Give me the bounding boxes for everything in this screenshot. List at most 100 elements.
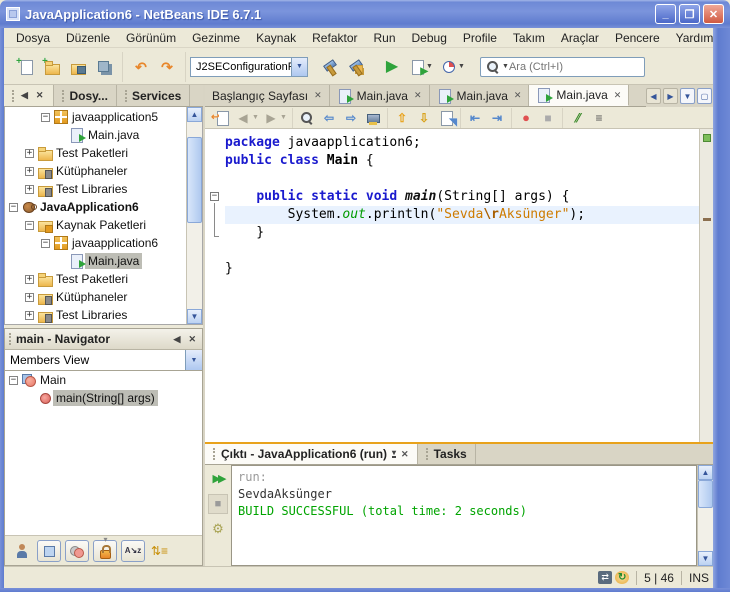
- project-tree-item-Test Paketleri[interactable]: + Test Paketleri: [5, 144, 186, 162]
- editor-tab-Main.java[interactable]: Main.java ✕: [329, 85, 430, 106]
- editor-tab-Başlangıç Sayfası[interactable]: Başlangıç Sayfası ✕: [205, 85, 330, 106]
- notifications-icon[interactable]: ⇄: [598, 571, 613, 584]
- menu-Refaktor[interactable]: Refaktor: [304, 29, 365, 47]
- new-project-button[interactable]: +: [39, 54, 65, 80]
- project-tree-item-Kaynak Paketleri[interactable]: − Kaynak Paketleri: [5, 216, 186, 234]
- configuration-combo[interactable]: J2SEConfigurationPr... ▼: [190, 56, 308, 77]
- code-editor[interactable]: − package javaapplication6; public class …: [205, 129, 713, 442]
- close-output-icon[interactable]: ✕: [401, 449, 409, 460]
- menu-Dosya[interactable]: Dosya: [8, 29, 58, 47]
- expand-handle-icon[interactable]: +: [25, 148, 34, 158]
- code-line-4[interactable]: public static void main(String[] args) {: [225, 188, 699, 206]
- inherited-members-button[interactable]: [13, 540, 33, 562]
- navigator-tree-item-main(String[] args)[interactable]: main(String[] args): [5, 389, 202, 407]
- ant-settings-button[interactable]: ⚙: [208, 519, 228, 539]
- menu-Araçlar[interactable]: Araçlar: [553, 29, 607, 47]
- tab-output[interactable]: Çıktı - JavaApplication6 (run) ▾ ✕: [205, 444, 418, 464]
- code-line-1[interactable]: package javaapplication6;: [225, 134, 699, 152]
- menu-Görünüm[interactable]: Görünüm: [118, 29, 184, 47]
- tab-files[interactable]: Dosy...: [54, 85, 117, 106]
- forward-button[interactable]: ▶ ▼: [261, 108, 289, 128]
- project-tree-item-Main.java[interactable]: Main.java: [5, 252, 186, 270]
- scroll-tabs-right-icon[interactable]: ▶: [663, 88, 678, 104]
- debug-project-button[interactable]: ▶ ▼: [405, 54, 437, 80]
- scrollbar-thumb[interactable]: [698, 480, 713, 509]
- menu-Run[interactable]: Run: [366, 29, 404, 47]
- chevron-down-icon[interactable]: ▼: [291, 57, 307, 76]
- stop-macro-button[interactable]: ■: [537, 108, 559, 128]
- code-line-2[interactable]: public class Main {: [225, 152, 699, 170]
- fold-collapse-icon[interactable]: −: [210, 192, 219, 201]
- collapse-handle-icon[interactable]: −: [41, 238, 50, 248]
- members-view-combo[interactable]: Members View ▼: [5, 350, 202, 371]
- output-console[interactable]: run: SevdaAksünger BUILD SUCCESSFUL (total…: [231, 465, 697, 566]
- expand-handle-icon[interactable]: +: [25, 166, 34, 176]
- undo-button[interactable]: ↶: [128, 54, 154, 80]
- build-project-button[interactable]: [317, 54, 343, 80]
- show-static-members-button[interactable]: [65, 539, 89, 562]
- find-previous-button[interactable]: ⇦: [318, 108, 340, 128]
- close-tab-icon[interactable]: ✕: [314, 90, 322, 101]
- menu-Profile[interactable]: Profile: [455, 29, 505, 47]
- close-tab-icon[interactable]: ✕: [614, 90, 622, 101]
- error-stripe[interactable]: [699, 129, 713, 442]
- rerun-button[interactable]: ▶▶: [208, 469, 228, 489]
- collapse-handle-icon[interactable]: −: [41, 112, 50, 122]
- navigator-tree-item-Main[interactable]: − Main: [5, 371, 202, 389]
- redo-button[interactable]: ↷: [154, 54, 180, 80]
- chevron-down-icon[interactable]: ▼: [185, 350, 202, 370]
- project-tree-item-Main.java[interactable]: Main.java: [5, 126, 186, 144]
- scrollbar-track[interactable]: [187, 122, 202, 309]
- stop-run-button[interactable]: ■: [208, 494, 228, 514]
- code-line-6[interactable]: }: [225, 224, 699, 242]
- code-line-5[interactable]: System.out.println("Sevda\rAksünger");: [225, 206, 699, 224]
- save-all-button[interactable]: [91, 54, 117, 80]
- minimize-window-icon[interactable]: ◀: [19, 90, 30, 101]
- project-tree-item-javaapplication5[interactable]: − javaapplication5: [5, 108, 186, 126]
- menu-Gezinme[interactable]: Gezinme: [184, 29, 248, 47]
- find-next-button[interactable]: ⇨: [340, 108, 362, 128]
- sort-by-source-button[interactable]: ⇅≡: [149, 540, 169, 562]
- scrollbar-track[interactable]: [698, 480, 713, 551]
- project-tree-item-Test Libraries[interactable]: + Test Libraries: [5, 180, 186, 198]
- editor-tab-Main.java[interactable]: Main.java ✕: [529, 85, 630, 106]
- maximize-editor-icon[interactable]: ▢: [697, 88, 712, 104]
- previous-bookmark-button[interactable]: ⇧: [391, 108, 413, 128]
- minimize-button[interactable]: _: [655, 4, 676, 24]
- navigator-header[interactable]: main - Navigator ◀ ✕: [5, 329, 202, 350]
- project-tree-item-Test Paketleri[interactable]: + Test Paketleri: [5, 270, 186, 288]
- project-tree-item-Test Libraries[interactable]: + Test Libraries: [5, 306, 186, 324]
- last-edited-button[interactable]: ↩: [211, 108, 233, 128]
- run-project-button[interactable]: ▶: [379, 54, 405, 80]
- scroll-down-icon[interactable]: ▼: [698, 551, 713, 566]
- projects-active-tab[interactable]: ◀ ✕: [4, 85, 55, 106]
- menu-Kaynak[interactable]: Kaynak: [248, 29, 304, 47]
- uncomment-button[interactable]: ≡: [588, 108, 610, 128]
- tab-list-chevron-icon[interactable]: ▼: [680, 88, 695, 104]
- clean-build-button[interactable]: [343, 54, 369, 80]
- shift-left-button[interactable]: ⇤: [464, 108, 486, 128]
- output-scrollbar[interactable]: ▲ ▼: [697, 465, 713, 566]
- minimize-window-icon[interactable]: ◀: [172, 334, 183, 345]
- output-dropdown-icon[interactable]: ▾: [392, 449, 397, 458]
- code-line-7[interactable]: [225, 242, 699, 260]
- sort-alphabetically-button[interactable]: A↘z: [121, 539, 145, 562]
- scroll-up-icon[interactable]: ▲: [187, 107, 202, 122]
- project-tree-item-Kütüphaneler[interactable]: + Kütüphaneler: [5, 162, 186, 180]
- expand-handle-icon[interactable]: +: [25, 184, 34, 194]
- project-tree-item-Kütüphaneler[interactable]: + Kütüphaneler: [5, 288, 186, 306]
- maximize-button[interactable]: ❐: [679, 4, 700, 24]
- code-text[interactable]: package javaapplication6; public class Ma…: [225, 129, 699, 442]
- show-fields-button[interactable]: [37, 539, 61, 562]
- shift-right-button[interactable]: ⇥: [486, 108, 508, 128]
- menu-Düzenle[interactable]: Düzenle: [58, 29, 118, 47]
- close-tab-icon[interactable]: ✕: [514, 90, 522, 101]
- search-scope-chevron-icon[interactable]: ▼: [502, 63, 509, 70]
- new-file-button[interactable]: +: [13, 54, 39, 80]
- project-tree-item-javaapplication6[interactable]: − javaapplication6: [5, 234, 186, 252]
- menu-Pencere[interactable]: Pencere: [607, 29, 668, 47]
- editor-tab-Main.java[interactable]: Main.java ✕: [429, 85, 530, 106]
- show-non-public-button[interactable]: [93, 539, 117, 562]
- menu-Yardım[interactable]: Yardım: [668, 29, 722, 47]
- tab-tasks[interactable]: Tasks: [418, 444, 476, 464]
